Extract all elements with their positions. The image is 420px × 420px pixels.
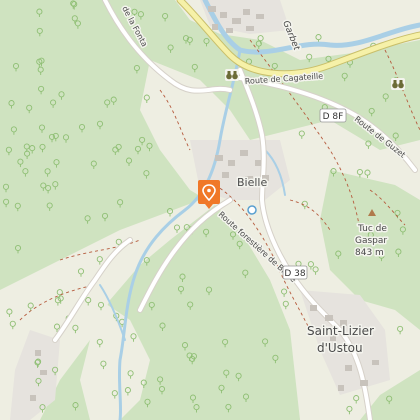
village-label-bielle: Bielle [237, 176, 267, 189]
village-label-lizier-2: d'Ustou [317, 341, 363, 355]
peak-label-2: Gaspar [355, 236, 387, 246]
road-shield-d38: D 38 [282, 265, 308, 280]
village-label-lizier-1: Saint-Lizier [307, 324, 374, 338]
road-shield-d38-label: D 38 [284, 269, 306, 279]
binoculars-icon[interactable] [225, 69, 239, 81]
road-shield-d8f: D 8F [319, 108, 347, 123]
peak-elevation: 843 m [355, 248, 384, 258]
map-view[interactable]: Garbet de la Fonta Route de Cagateille R… [0, 0, 420, 420]
road-shield-d8f-label: D 8F [323, 112, 344, 122]
peak-label-1: Tuc de [357, 224, 387, 234]
binoculars-icon[interactable] [391, 78, 405, 90]
viewpoint-icon[interactable] [247, 205, 257, 215]
